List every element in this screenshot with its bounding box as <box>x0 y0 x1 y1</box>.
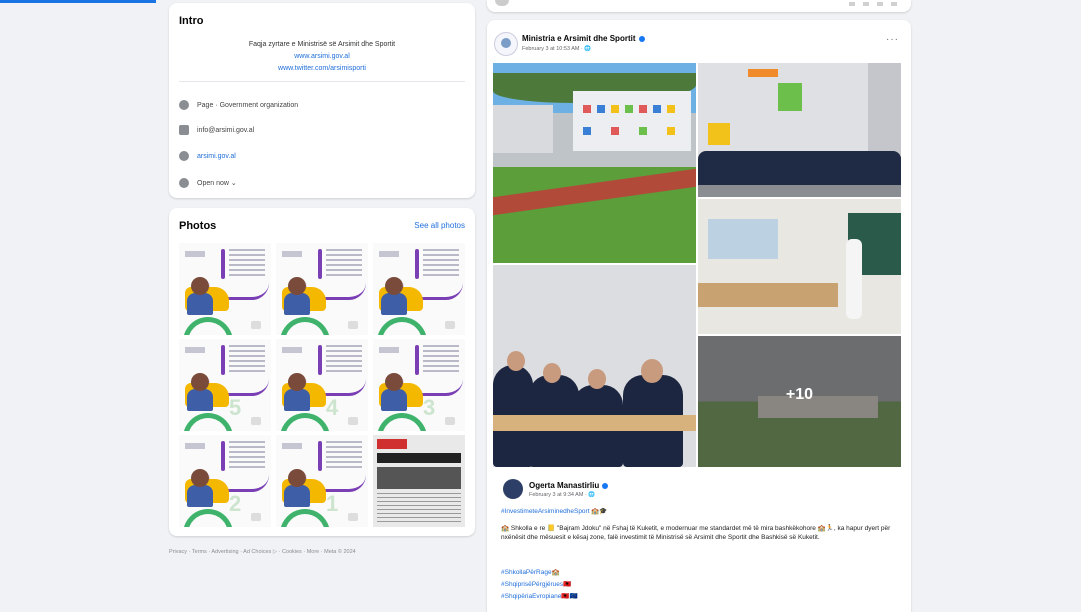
photo-thumbnail[interactable] <box>276 243 368 335</box>
post-photo-classroom-teacher[interactable] <box>698 199 901 334</box>
clock-icon <box>179 178 189 188</box>
post-more-button[interactable]: ··· <box>886 34 899 45</box>
thumbnail-number: 4 <box>326 395 339 420</box>
reaction-icon <box>495 0 509 6</box>
post-author-name[interactable]: Ministria e Arsimit dhe Sportit <box>522 34 636 43</box>
intro-divider <box>179 81 465 82</box>
info-website[interactable]: arsimi.gov.al <box>179 149 236 163</box>
post-photo-students-group[interactable] <box>698 63 901 197</box>
intro-link-twitter[interactable]: www.twitter.com/arsimisporti <box>169 65 475 72</box>
post-body-text: 🏫 Shkolla e re 📒 "Bajram Jdoku" në Fshaj… <box>501 525 891 541</box>
photo-thumbnail[interactable]: 3 <box>373 339 465 431</box>
intro-link-website[interactable]: www.arsimi.gov.al <box>169 53 475 60</box>
photos-card: Photos See all photos 5 4 3 2 1 <box>169 208 475 536</box>
post-photo-school-exterior[interactable] <box>493 63 696 263</box>
hashtag-2[interactable]: #ShqiprisëPërgjërues🇦🇱 <box>501 580 571 588</box>
info-hours[interactable]: Open now ⌄ <box>179 176 237 190</box>
photo-thumbnail[interactable]: 1 <box>276 435 368 527</box>
previous-post-bottom <box>487 0 911 12</box>
shared-author-name[interactable]: Ogerta Manastirliu <box>529 481 599 490</box>
shared-author[interactable]: Ogerta Manastirliu <box>529 481 609 490</box>
more-photos-count[interactable]: +10 <box>698 386 901 404</box>
hashtag-3[interactable]: #ShqipëriaEvropiane🇦🇱🇪🇺 <box>501 592 578 600</box>
photo-thumbnail[interactable] <box>373 435 465 527</box>
post-photo-more[interactable]: +10 <box>698 336 901 467</box>
top-link-underline[interactable] <box>0 0 156 3</box>
mail-icon <box>179 125 189 135</box>
page-avatar[interactable] <box>494 32 518 56</box>
intro-bio: Faqja zyrtare e Ministrisë së Arsimit dh… <box>248 41 396 48</box>
thumbnail-number: 5 <box>229 395 242 420</box>
photos-title: Photos <box>179 220 217 232</box>
photo-thumbnail[interactable]: 2 <box>179 435 271 527</box>
shared-timestamp[interactable]: February 3 at 9:34 AM · 🌐 <box>529 492 595 498</box>
hashtag-1[interactable]: #ShkollaPërRage🏫 <box>501 568 560 576</box>
post-timestamp[interactable]: February 3 at 10:53 AM · 🌐 <box>522 46 591 52</box>
thumbnail-number: 2 <box>229 491 242 516</box>
footer-links[interactable]: Privacy · Terms · Advertising · Ad Choic… <box>169 549 475 555</box>
info-icon <box>179 100 189 110</box>
verified-badge-icon <box>638 35 645 42</box>
photo-thumbnail[interactable]: 4 <box>276 339 368 431</box>
info-email[interactable]: info@arsimi.gov.al <box>179 123 254 137</box>
thumbnail-number: 1 <box>326 491 339 516</box>
post-card: Ministria e Arsimit dhe Sportit February… <box>487 20 911 612</box>
intro-card: Intro Faqja zyrtare e Ministrisë së Arsi… <box>169 3 475 198</box>
globe-icon <box>179 151 189 161</box>
info-category-text: Page · Government organization <box>197 101 299 109</box>
info-hours-text[interactable]: Open now ⌄ <box>197 179 237 187</box>
see-all-photos-link[interactable]: See all photos <box>414 221 465 230</box>
shared-author-avatar[interactable] <box>503 479 523 499</box>
hashtag-top[interactable]: #InvestimeteArsiminedheSport 🏫🎓 <box>501 507 608 515</box>
info-website-link[interactable]: arsimi.gov.al <box>197 153 236 160</box>
photo-thumbnail[interactable] <box>373 243 465 335</box>
post-photo-students-seated[interactable] <box>493 265 696 467</box>
info-email-text[interactable]: info@arsimi.gov.al <box>197 127 254 134</box>
thumbnail-number: 3 <box>423 395 436 420</box>
info-category: Page · Government organization <box>179 98 298 112</box>
post-author[interactable]: Ministria e Arsimit dhe Sportit <box>522 34 645 43</box>
intro-title: Intro <box>179 15 204 27</box>
photo-thumbnail[interactable] <box>179 243 271 335</box>
verified-badge-icon <box>602 482 609 489</box>
post-actions-strip[interactable] <box>849 2 899 6</box>
photo-thumbnail[interactable]: 5 <box>179 339 271 431</box>
